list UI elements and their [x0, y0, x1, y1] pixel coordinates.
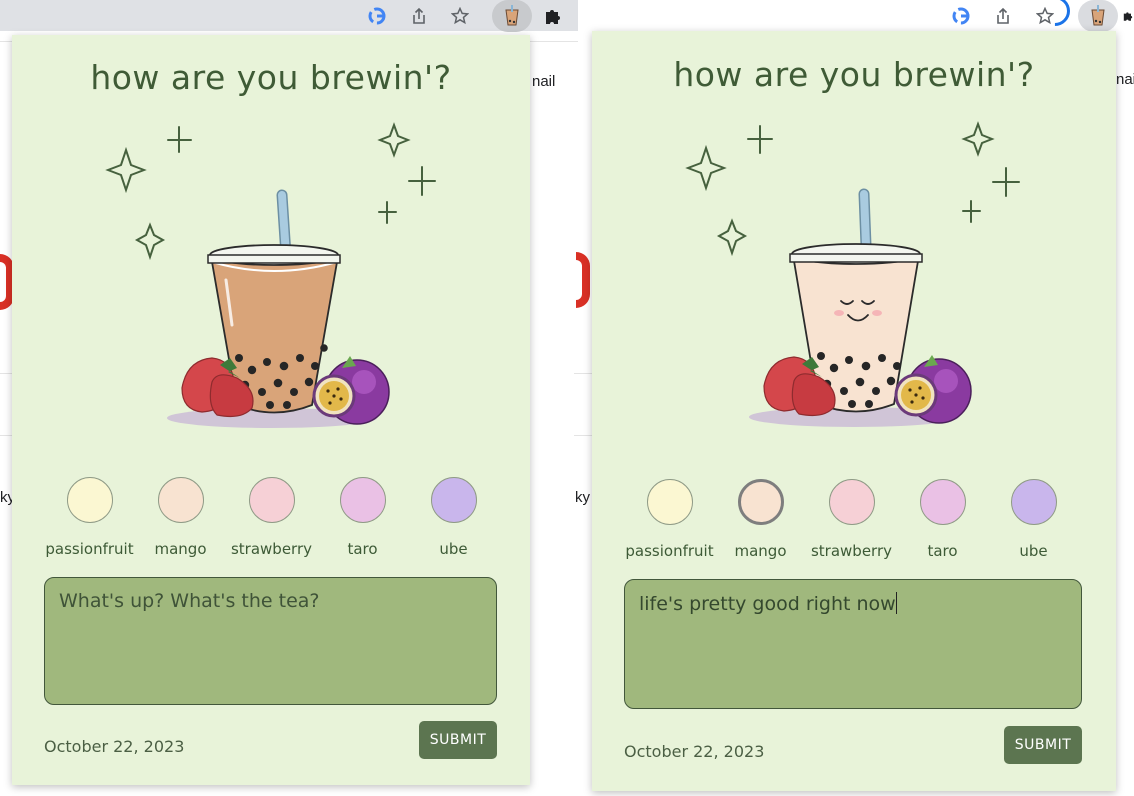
submit-button[interactable]: SUBMIT [419, 721, 497, 759]
flavor-picker: passionfruit mango strawberry taro ube [624, 479, 1079, 560]
browser-toolbar-left [0, 0, 578, 32]
submit-button[interactable]: SUBMIT [1004, 726, 1082, 764]
popup-title: how are you brewin'? [90, 58, 452, 97]
bg-text-fragment: nail [532, 73, 556, 90]
bookmark-star-icon[interactable] [447, 3, 473, 29]
flavor-label: taro [347, 540, 378, 558]
flavor-mango[interactable]: mango [135, 477, 226, 558]
flavor-swatch[interactable] [646, 479, 693, 525]
flavor-label: strawberry [810, 542, 893, 560]
flavor-ube[interactable]: ube [988, 479, 1079, 560]
flavor-strawberry[interactable]: strawberry [806, 479, 897, 560]
flavor-label: ube [439, 540, 468, 558]
share-icon[interactable] [406, 3, 432, 29]
entry-date: October 22, 2023 [44, 737, 185, 756]
google-icon[interactable] [364, 3, 390, 29]
boba-extension-button[interactable] [1078, 0, 1118, 32]
flavor-label: taro [927, 542, 958, 560]
passionfruit-icon [312, 356, 390, 425]
puzzle-extensions-icon[interactable] [1122, 3, 1134, 29]
entry-date: October 22, 2023 [624, 742, 765, 761]
bg-divider [574, 435, 592, 436]
boba-extension-icon [1091, 5, 1105, 26]
flavor-label: mango [154, 540, 207, 558]
flavor-label: passionfruit [625, 542, 714, 560]
flavor-swatch[interactable] [157, 477, 204, 523]
bubble-tea-illustration [105, 122, 436, 428]
passionfruit-icon [894, 355, 972, 424]
flavor-swatch[interactable] [1010, 479, 1057, 525]
bg-red-logo [576, 252, 590, 308]
flavor-swatch[interactable] [430, 477, 477, 523]
flavor-taro[interactable]: taro [897, 479, 988, 560]
mood-popup: how are you brewin'? passionfruit mango … [12, 35, 530, 785]
text-caret [895, 592, 897, 614]
flavor-swatch[interactable] [248, 477, 295, 523]
flavor-label: passionfruit [45, 540, 134, 558]
bg-divider [0, 373, 12, 374]
flavor-passionfruit[interactable]: passionfruit [624, 479, 715, 560]
flavor-swatch[interactable] [919, 479, 966, 525]
puzzle-extensions-icon[interactable] [540, 3, 566, 29]
flavor-passionfruit[interactable]: passionfruit [44, 477, 135, 558]
note-placeholder: What's up? What's the tea? [59, 590, 320, 612]
bg-divider [574, 373, 592, 374]
flavor-picker: passionfruit mango strawberry taro ube [44, 477, 499, 558]
flavor-label: strawberry [230, 540, 313, 558]
sparkles-icon [105, 122, 436, 261]
mood-popup: how are you brewin'? passionfruit mango … [592, 31, 1116, 791]
google-icon[interactable] [948, 3, 974, 29]
sparkles-icon [685, 121, 1020, 257]
mood-note-textarea[interactable]: What's up? What's the tea? [44, 577, 497, 705]
flavor-ube[interactable]: ube [408, 477, 499, 558]
flavor-swatch[interactable] [339, 477, 386, 523]
boba-extension-icon [505, 5, 519, 26]
browser-toolbar-right [578, 0, 1134, 33]
flavor-swatch[interactable] [66, 477, 113, 523]
note-value: life's pretty good right now [639, 593, 896, 615]
bubble-tea-illustration [685, 121, 1020, 427]
bg-text-fragment: nai [1116, 71, 1134, 88]
boba-extension-button[interactable] [492, 0, 532, 32]
flavor-swatch[interactable] [828, 479, 875, 525]
flavor-label: ube [1019, 542, 1048, 560]
flavor-mango[interactable]: mango [715, 479, 806, 560]
flavor-taro[interactable]: taro [317, 477, 408, 558]
flavor-label: mango [734, 542, 787, 560]
flavor-swatch-selected[interactable] [737, 479, 784, 525]
share-icon[interactable] [990, 3, 1016, 29]
popup-title: how are you brewin'? [673, 55, 1035, 94]
mood-note-textarea[interactable]: life's pretty good right now [624, 579, 1082, 709]
flavor-strawberry[interactable]: strawberry [226, 477, 317, 558]
bg-divider [0, 435, 12, 436]
bg-text-fragment: ky [575, 489, 590, 506]
